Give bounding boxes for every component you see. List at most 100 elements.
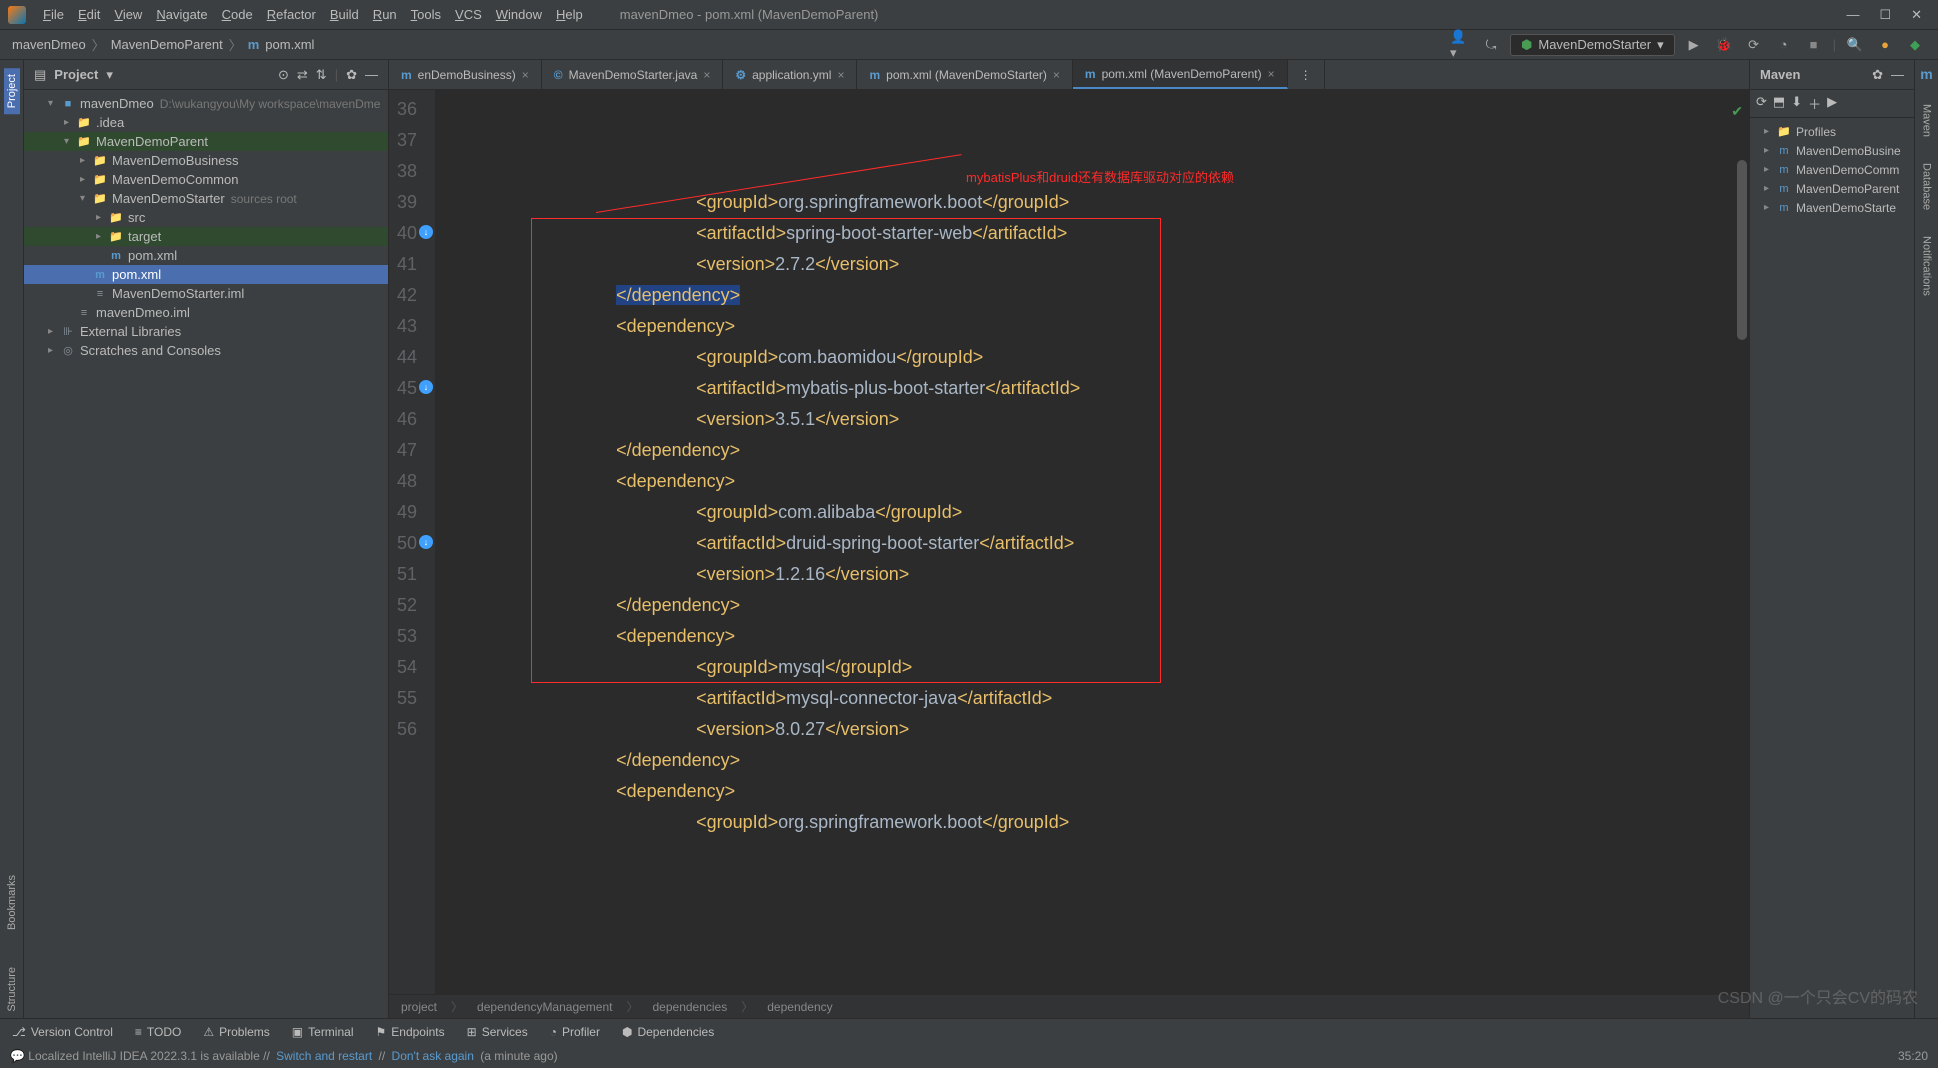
tab-close-icon[interactable]: × xyxy=(703,68,710,82)
editor-tab[interactable]: menDemoBusiness)× xyxy=(389,60,542,89)
maven-item[interactable]: ▸mMavenDemoComm xyxy=(1754,160,1910,179)
maximize-icon[interactable]: ☐ xyxy=(1879,7,1891,23)
menu-code[interactable]: Code xyxy=(215,7,260,22)
select-opened-icon[interactable]: ⊙ xyxy=(278,67,289,83)
tab-close-icon[interactable]: × xyxy=(1053,68,1060,82)
menu-vcs[interactable]: VCS xyxy=(448,7,489,22)
sidebar-tab-maven[interactable]: Maven xyxy=(1921,100,1933,141)
sidebar-tab-database[interactable]: Database xyxy=(1921,159,1933,214)
bottom-tab-services[interactable]: ⊞Services xyxy=(467,1025,528,1039)
chevron-down-icon[interactable]: ▾ xyxy=(106,67,113,83)
breadcrumb-item[interactable]: mavenDmeo xyxy=(12,37,86,52)
gutter-bean-icon[interactable]: ↓ xyxy=(419,380,433,394)
editor-tab[interactable]: ⚙application.yml× xyxy=(723,60,857,89)
tree-item[interactable]: ▸📁target xyxy=(24,227,388,246)
reload-icon[interactable]: ⟳ xyxy=(1756,94,1767,113)
tree-item[interactable]: mpom.xml xyxy=(24,265,388,284)
tab-close-icon[interactable]: × xyxy=(1268,67,1275,81)
hide-icon[interactable]: ― xyxy=(365,67,378,82)
stop-icon[interactable]: ■ xyxy=(1803,34,1825,56)
search-icon[interactable]: 🔍 xyxy=(1844,34,1866,56)
menu-help[interactable]: Help xyxy=(549,7,590,22)
editor-tab[interactable]: mpom.xml (MavenDemoStarter)× xyxy=(857,60,1072,89)
sidebar-tab-notifications[interactable]: Notifications xyxy=(1921,232,1933,300)
menu-view[interactable]: View xyxy=(107,7,149,22)
tab-close-icon[interactable]: × xyxy=(522,68,529,82)
add-icon[interactable]: ＋ xyxy=(1808,94,1821,113)
tab-close-icon[interactable]: × xyxy=(837,68,844,82)
run-config-selector[interactable]: ⬢ MavenDemoStarter ▾ xyxy=(1510,34,1675,56)
tree-item[interactable]: ▾📁MavenDemoStartersources root xyxy=(24,189,388,208)
status-link-restart[interactable]: Switch and restart xyxy=(276,1049,372,1063)
breadcrumb-item[interactable]: MavenDemoParent xyxy=(111,37,223,52)
gutter-bean-icon[interactable]: ↓ xyxy=(419,225,433,239)
user-icon[interactable]: 👤▾ xyxy=(1450,34,1472,56)
tree-item[interactable]: ▸📁src xyxy=(24,208,388,227)
tree-item[interactable]: ▾📁MavenDemoParent xyxy=(24,132,388,151)
editor-tab[interactable]: ©MavenDemoStarter.java× xyxy=(542,60,724,89)
profile-icon[interactable]: ◔ xyxy=(1773,34,1795,56)
code-breadcrumb-item[interactable]: project xyxy=(401,1000,437,1014)
maven-item[interactable]: ▸mMavenDemoParent xyxy=(1754,179,1910,198)
vertical-scrollbar[interactable] xyxy=(1737,120,1747,992)
build-icon[interactable]: ⤿ xyxy=(1480,34,1502,56)
coverage-icon[interactable]: ⟳ xyxy=(1743,34,1765,56)
menu-refactor[interactable]: Refactor xyxy=(260,7,323,22)
menu-run[interactable]: Run xyxy=(366,7,404,22)
tree-item[interactable]: ▸◎Scratches and Consoles xyxy=(24,341,388,360)
debug-icon[interactable]: 🐞 xyxy=(1713,34,1735,56)
menu-tools[interactable]: Tools xyxy=(404,7,448,22)
menu-edit[interactable]: Edit xyxy=(71,7,107,22)
menu-navigate[interactable]: Navigate xyxy=(149,7,214,22)
menu-build[interactable]: Build xyxy=(323,7,366,22)
collapse-all-icon[interactable]: ⇅ xyxy=(316,67,327,83)
bottom-tab-terminal[interactable]: ▣Terminal xyxy=(292,1025,354,1039)
bottom-tab-endpoints[interactable]: ⚑Endpoints xyxy=(376,1025,445,1039)
run-maven-icon[interactable]: ▶ xyxy=(1827,94,1837,113)
maven-item[interactable]: ▸📁Profiles xyxy=(1754,122,1910,141)
code-breadcrumb[interactable]: project〉dependencyManagement〉dependencie… xyxy=(389,994,1749,1018)
hide-icon[interactable]: ― xyxy=(1891,67,1904,82)
settings-icon[interactable]: ✿ xyxy=(346,67,357,83)
download-icon[interactable]: ⬇ xyxy=(1791,94,1802,113)
code-breadcrumb-item[interactable]: dependency xyxy=(767,1000,832,1014)
gutter-bean-icon[interactable]: ↓ xyxy=(419,535,433,549)
maven-m-icon[interactable]: m xyxy=(1920,66,1932,82)
avatar-icon[interactable]: ● xyxy=(1874,34,1896,56)
notification-icon[interactable]: 💬 xyxy=(10,1049,25,1063)
maven-tree[interactable]: ▸📁Profiles▸mMavenDemoBusine▸mMavenDemoCo… xyxy=(1750,118,1914,221)
bottom-tab-problems[interactable]: ⚠Problems xyxy=(203,1025,269,1039)
tree-item[interactable]: ▸📁.idea xyxy=(24,113,388,132)
tree-item[interactable]: ▾■mavenDmeoD:\wukangyou\My workspace\mav… xyxy=(24,94,388,113)
expand-all-icon[interactable]: ⇄ xyxy=(297,67,308,83)
editor-tab[interactable]: mpom.xml (MavenDemoParent)× xyxy=(1073,60,1288,89)
sidebar-tab-bookmarks[interactable]: Bookmarks xyxy=(6,869,18,936)
run-icon[interactable]: ▶ xyxy=(1683,34,1705,56)
code-editor[interactable]: 3637383940↓4142434445↓4647484950↓5152535… xyxy=(389,90,1749,994)
bottom-tab-version-control[interactable]: ⎇Version Control xyxy=(12,1025,113,1039)
tree-item[interactable]: ▸📁MavenDemoCommon xyxy=(24,170,388,189)
bottom-tab-todo[interactable]: ≡TODO xyxy=(135,1025,181,1039)
code-content[interactable]: ✔ <groupId>org.springframework.boot</gro… xyxy=(436,90,1749,994)
bottom-tab-profiler[interactable]: ◔Profiler xyxy=(550,1025,600,1039)
project-tree[interactable]: ▾■mavenDmeoD:\wukangyou\My workspace\mav… xyxy=(24,90,388,1018)
tree-item[interactable]: ▸📁MavenDemoBusiness xyxy=(24,151,388,170)
minimize-icon[interactable]: ― xyxy=(1846,7,1859,23)
code-breadcrumb-item[interactable]: dependencies xyxy=(653,1000,728,1014)
tree-item[interactable]: mpom.xml xyxy=(24,246,388,265)
tabs-overflow[interactable]: ⋮ xyxy=(1288,60,1325,89)
sidebar-tab-structure[interactable]: Structure xyxy=(6,961,18,1018)
bottom-tab-dependencies[interactable]: ⬢Dependencies xyxy=(622,1025,714,1039)
ide-features-icon[interactable]: ◆ xyxy=(1904,34,1926,56)
maven-item[interactable]: ▸mMavenDemoBusine xyxy=(1754,141,1910,160)
breadcrumb-item[interactable]: pom.xml xyxy=(265,37,314,52)
code-breadcrumb-item[interactable]: dependencyManagement xyxy=(477,1000,612,1014)
status-link-dontask[interactable]: Don't ask again xyxy=(392,1049,474,1063)
menu-window[interactable]: Window xyxy=(489,7,549,22)
sidebar-tab-project[interactable]: Project xyxy=(4,68,20,114)
menu-file[interactable]: File xyxy=(36,7,71,22)
tree-item[interactable]: ▸⊪External Libraries xyxy=(24,322,388,341)
tree-item[interactable]: ≡mavenDmeo.iml xyxy=(24,303,388,322)
generate-icon[interactable]: ⬒ xyxy=(1773,94,1785,113)
maven-item[interactable]: ▸mMavenDemoStarte xyxy=(1754,198,1910,217)
